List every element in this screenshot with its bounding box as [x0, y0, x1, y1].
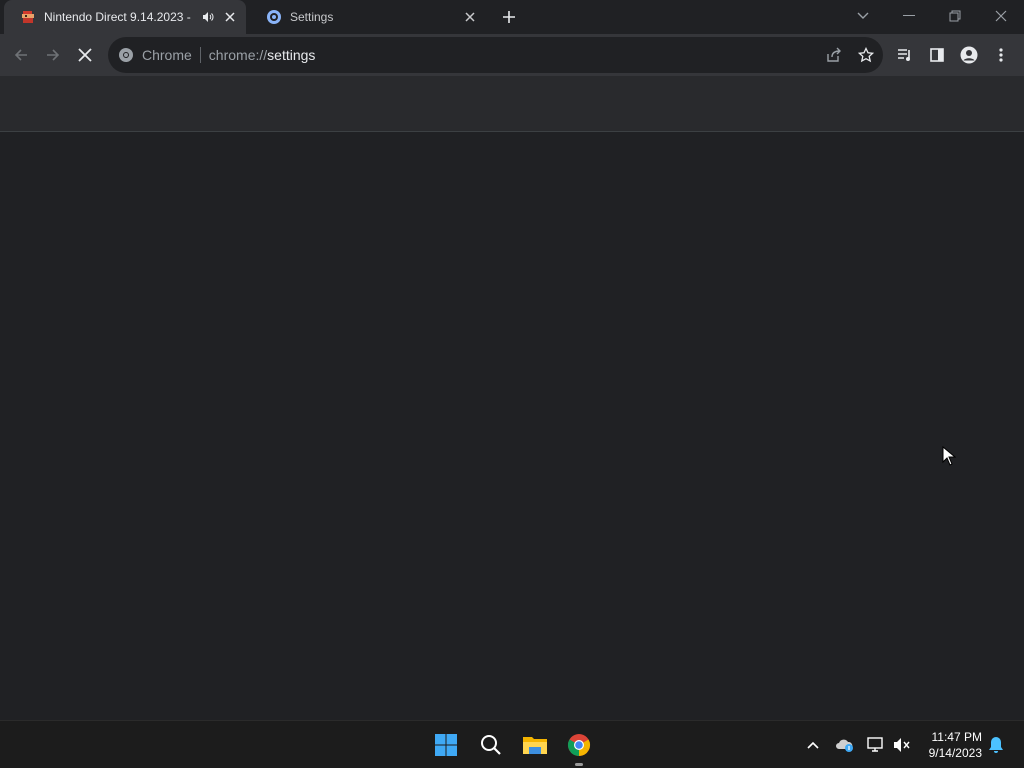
- taskbar: 11:47 PM 9/14/2023: [0, 720, 1024, 768]
- url-scheme: chrome://: [208, 47, 268, 63]
- minimize-button[interactable]: [886, 0, 932, 32]
- tab-title: Settings: [290, 10, 334, 24]
- clock-date: 9/14/2023: [928, 746, 982, 760]
- show-hidden-icons-chevron-icon[interactable]: [803, 735, 823, 755]
- tab-nintendo-direct[interactable]: Nintendo Direct 9.14.2023 -: [4, 0, 246, 34]
- url-text[interactable]: chrome://settings: [209, 47, 316, 63]
- system-clock[interactable]: 11:47 PM 9/14/2023: [929, 729, 982, 761]
- tab-title: Nintendo Direct 9.14.2023 -: [44, 10, 191, 24]
- browser-toolbar: Chrome chrome://settings: [0, 34, 1024, 76]
- search-icon[interactable]: [475, 729, 507, 761]
- back-button[interactable]: [6, 40, 36, 70]
- chrome-logo-icon: [118, 47, 134, 63]
- stop-loading-button[interactable]: [70, 40, 100, 70]
- media-control-icon[interactable]: [890, 40, 920, 70]
- file-explorer-icon[interactable]: [519, 729, 551, 761]
- profile-avatar-icon[interactable]: [954, 40, 984, 70]
- nintendo-favicon-icon: [20, 9, 36, 25]
- clock-time: 11:47 PM: [931, 730, 982, 744]
- restore-button[interactable]: [932, 0, 978, 32]
- tab-search-button[interactable]: [840, 0, 886, 32]
- network-icon[interactable]: [866, 735, 886, 755]
- close-window-button[interactable]: [978, 0, 1024, 32]
- more-menu-icon[interactable]: [986, 40, 1016, 70]
- tab-strip: Nintendo Direct 9.14.2023 - Settings: [0, 0, 1024, 34]
- share-icon[interactable]: [819, 40, 849, 70]
- screen: Nintendo Direct 9.14.2023 - Settings Chr…: [0, 0, 1024, 768]
- active-app-indicator: [575, 763, 583, 766]
- windows-start-icon[interactable]: [430, 729, 462, 761]
- mouse-cursor-icon: [942, 445, 957, 466]
- close-tab-icon[interactable]: [462, 9, 478, 25]
- tab-settings[interactable]: Settings: [250, 0, 486, 34]
- speaker-icon[interactable]: [200, 9, 216, 25]
- chrome-taskbar-icon[interactable]: [563, 729, 595, 761]
- volume-muted-icon[interactable]: [892, 735, 912, 755]
- close-tab-icon[interactable]: [222, 9, 238, 25]
- address-bar[interactable]: Chrome chrome://settings: [108, 37, 883, 73]
- page-content: [0, 133, 1024, 720]
- onedrive-cloud-icon[interactable]: [835, 735, 855, 755]
- settings-header-area: [0, 76, 1024, 132]
- bookmark-star-icon[interactable]: [851, 40, 881, 70]
- notification-bell-icon[interactable]: [986, 735, 1006, 755]
- url-host: settings: [267, 47, 316, 63]
- side-panel-icon[interactable]: [922, 40, 952, 70]
- forward-button[interactable]: [38, 40, 68, 70]
- omnibox-divider: [199, 47, 201, 63]
- new-tab-button[interactable]: [498, 6, 520, 28]
- site-chip: Chrome: [142, 47, 192, 63]
- settings-gear-icon: [266, 9, 282, 25]
